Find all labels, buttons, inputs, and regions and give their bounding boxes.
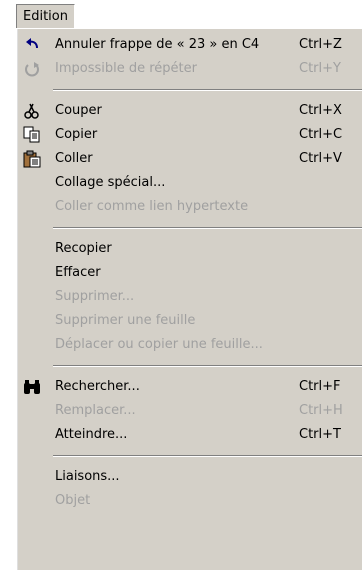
menu-item-repeat[interactable]: Impossible de répéter Ctrl+Y — [17, 57, 362, 81]
menu-item-label: Recopier — [55, 241, 112, 256]
menu-edition-tab[interactable]: Edition — [16, 4, 75, 29]
menu-edition-label: Edition — [23, 9, 68, 24]
menu-item-label: Supprimer une feuille — [55, 313, 196, 328]
menu-separator — [53, 227, 362, 229]
clipboard-icon — [23, 150, 41, 168]
undo-icon — [26, 38, 38, 49]
repeat-icon — [25, 62, 39, 77]
menu-item-label: Couper — [55, 103, 102, 118]
menu-item-label: Effacer — [55, 265, 101, 280]
menu-item-paste-special[interactable]: Collage spécial... — [17, 171, 362, 195]
menu-item-links[interactable]: Liaisons... — [17, 465, 362, 489]
menu-item-shortcut: Ctrl+F — [299, 379, 341, 394]
menu-item-label: Coller — [55, 151, 93, 166]
menu-item-replace[interactable]: Remplacer... Ctrl+H — [17, 399, 362, 423]
menu-item-label: Collage spécial... — [55, 175, 166, 190]
menu-item-copy[interactable]: Copier Ctrl+C — [17, 123, 362, 147]
menu-item-goto[interactable]: Atteindre... Ctrl+T — [17, 423, 362, 447]
edition-dropdown-menu: Annuler frappe de « 23 » en C4 Ctrl+Z Im… — [16, 28, 362, 570]
menu-item-shortcut: Ctrl+X — [299, 103, 342, 118]
menu-item-shortcut: Ctrl+C — [299, 127, 343, 142]
menu-item-label: Rechercher... — [55, 379, 140, 394]
menu-item-label: Atteindre... — [55, 427, 128, 442]
menu-item-label: Déplacer ou copier une feuille... — [55, 337, 263, 352]
binoculars-icon — [24, 380, 40, 394]
menu-item-shortcut: Ctrl+Y — [299, 61, 341, 76]
menu-item-object[interactable]: Objet — [17, 489, 362, 513]
menu-item-delete-sheet[interactable]: Supprimer une feuille — [17, 309, 362, 333]
menu-separator — [53, 365, 362, 367]
menu-item-label: Coller comme lien hypertexte — [55, 199, 249, 214]
menu-item-delete[interactable]: Supprimer... — [17, 285, 362, 309]
menu-item-label: Objet — [55, 493, 91, 508]
menu-item-paste-as-hyperlink[interactable]: Coller comme lien hypertexte — [17, 195, 362, 219]
menu-item-label: Annuler frappe de « 23 » en C4 — [55, 37, 260, 52]
menu-item-label: Copier — [55, 127, 98, 142]
menu-item-fill[interactable]: Recopier — [17, 237, 362, 261]
menu-item-label: Supprimer... — [55, 289, 135, 304]
menu-item-shortcut: Ctrl+Z — [299, 37, 342, 52]
copy-icon — [23, 126, 40, 143]
menu-item-move-copy-sheet[interactable]: Déplacer ou copier une feuille... — [17, 333, 362, 357]
menu-item-find[interactable]: Rechercher... Ctrl+F — [17, 375, 362, 399]
menu-item-undo[interactable]: Annuler frappe de « 23 » en C4 Ctrl+Z — [17, 33, 362, 57]
menu-separator — [53, 455, 362, 457]
scissors-icon — [24, 103, 39, 119]
menu-item-label: Remplacer... — [55, 403, 136, 418]
menu-item-shortcut: Ctrl+V — [299, 151, 342, 166]
menu-item-label: Impossible de répéter — [55, 61, 197, 76]
menu-item-clear[interactable]: Effacer — [17, 261, 362, 285]
menu-item-label: Liaisons... — [55, 469, 120, 484]
menu-item-cut[interactable]: Couper Ctrl+X — [17, 99, 362, 123]
menu-separator — [53, 89, 362, 91]
menu-item-shortcut: Ctrl+T — [299, 427, 341, 442]
menu-item-shortcut: Ctrl+H — [299, 403, 343, 418]
menu-item-paste[interactable]: Coller Ctrl+V — [17, 147, 362, 171]
